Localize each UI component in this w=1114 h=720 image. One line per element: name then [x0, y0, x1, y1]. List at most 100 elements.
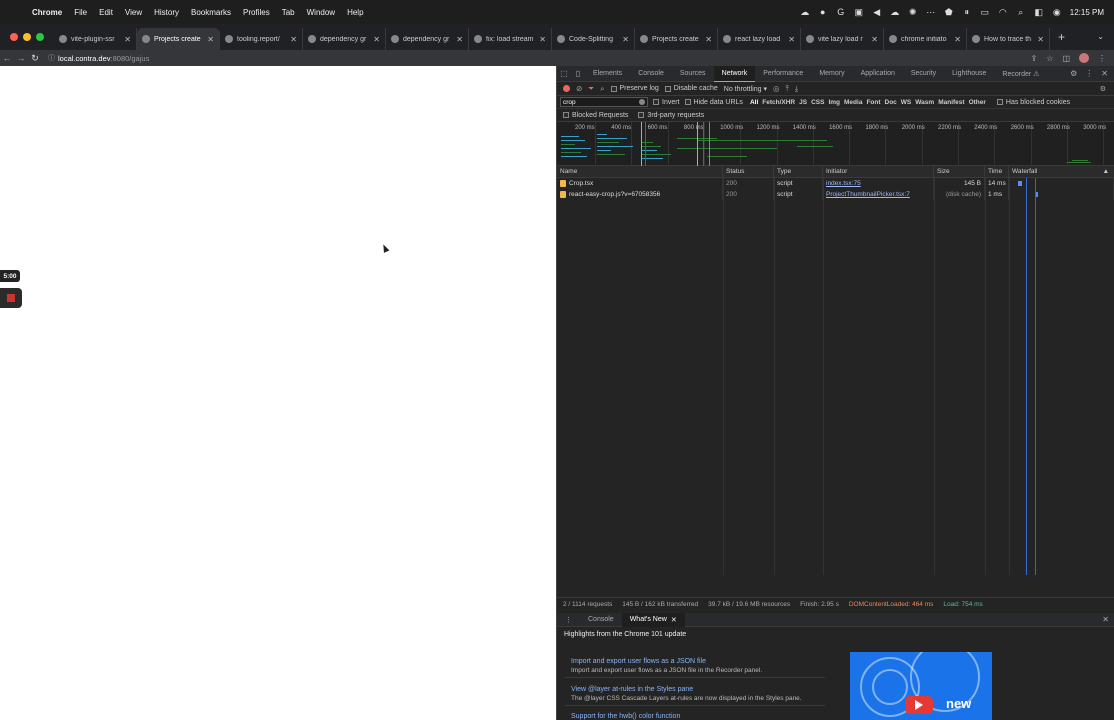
- close-tab-icon[interactable]: ✕: [705, 35, 712, 44]
- whats-new-item[interactable]: Support for the hwb() color function: [565, 711, 825, 720]
- filter-type-wasm[interactable]: Wasm: [913, 99, 936, 106]
- disable-cache-checkbox[interactable]: Disable cache: [664, 85, 718, 92]
- close-tab-icon[interactable]: ✕: [871, 35, 878, 44]
- close-tab-icon[interactable]: ✕: [788, 35, 795, 44]
- filter-type-font[interactable]: Font: [864, 99, 882, 106]
- whats-new-item[interactable]: View @layer at-rules in the Styles pane …: [565, 684, 825, 706]
- record-network-button[interactable]: [563, 85, 570, 92]
- zoom-window-button[interactable]: [36, 33, 44, 41]
- wifi-icon[interactable]: ◠: [998, 7, 1008, 17]
- filter-input[interactable]: crop: [560, 97, 648, 107]
- clipboard-icon[interactable]: ▣: [854, 7, 864, 17]
- preserve-log-checkbox[interactable]: Preserve log: [610, 85, 659, 92]
- import-har-icon[interactable]: ⤒: [786, 84, 789, 94]
- devtools-tab-network[interactable]: Network: [713, 65, 756, 82]
- browser-tab[interactable]: tooling.report/ ✕: [220, 28, 303, 50]
- browser-tab[interactable]: vite lazy load r ✕: [801, 28, 884, 50]
- close-tab-icon[interactable]: ✕: [671, 616, 677, 624]
- device-toolbar-icon[interactable]: ▯: [571, 69, 585, 78]
- web-page-viewport[interactable]: 5:00: [0, 66, 556, 720]
- battery-icon[interactable]: ▭: [980, 7, 990, 17]
- devtools-tab-memory[interactable]: Memory: [811, 66, 852, 82]
- menu-file[interactable]: File: [74, 8, 87, 17]
- reload-icon[interactable]: ↻: [28, 53, 42, 64]
- has-blocked-cookies-checkbox[interactable]: Has blocked cookies: [996, 99, 1070, 106]
- side-panel-icon[interactable]: ◫: [1062, 54, 1070, 63]
- search-icon[interactable]: ⌕: [600, 84, 604, 94]
- whats-new-item-title[interactable]: Import and export user flows as a JSON f…: [571, 658, 819, 665]
- search-icon[interactable]: ⌕: [1016, 7, 1026, 17]
- address-bar[interactable]: ⓘ local.contra.dev :8080/gajus: [48, 51, 1028, 65]
- control-center-icon[interactable]: ◧: [1034, 7, 1044, 17]
- whats-new-item[interactable]: Import and export user flows as a JSON f…: [565, 656, 825, 678]
- record-icon[interactable]: ●: [818, 7, 828, 17]
- browser-tab[interactable]: vite-plugin-ssr ✕: [54, 28, 137, 50]
- devtools-tab-recorder[interactable]: Recorder ⚠: [994, 66, 1047, 82]
- drawer-tab-console[interactable]: Console: [580, 613, 622, 627]
- filter-type-js[interactable]: JS: [797, 99, 809, 106]
- menu-history[interactable]: History: [154, 8, 179, 17]
- initiator-link[interactable]: ProjectThumbnailPicker.tsx:7: [826, 191, 910, 198]
- blocked-requests-checkbox[interactable]: Blocked Requests: [563, 112, 628, 119]
- filter-type-other[interactable]: Other: [967, 99, 988, 106]
- devtools-tab-console[interactable]: Console: [630, 66, 672, 82]
- stop-recording-button[interactable]: [0, 288, 22, 308]
- pause-icon[interactable]: ⏸: [962, 7, 972, 17]
- column-size[interactable]: Size: [934, 166, 985, 177]
- browser-tab[interactable]: fix: load stream ✕: [469, 28, 552, 50]
- hide-data-urls-checkbox[interactable]: Hide data URLs: [684, 99, 743, 106]
- shield-icon[interactable]: ⬟: [944, 7, 954, 17]
- grammarly-icon[interactable]: G: [836, 7, 846, 17]
- close-tab-icon[interactable]: ✕: [373, 35, 380, 44]
- minimize-window-button[interactable]: [23, 33, 31, 41]
- settings-gear-icon[interactable]: ⚙: [1070, 69, 1077, 78]
- inspect-element-icon[interactable]: ⬚: [557, 69, 571, 78]
- volume-icon[interactable]: ◀: [872, 7, 882, 17]
- whats-new-item-title[interactable]: Support for the hwb() color function: [571, 713, 819, 720]
- close-drawer-icon[interactable]: ✕: [1102, 615, 1109, 624]
- filter-type-ws[interactable]: WS: [899, 99, 913, 106]
- whats-new-item-title[interactable]: View @layer at-rules in the Styles pane: [571, 686, 819, 693]
- browser-tab[interactable]: Projects create ✕: [635, 28, 718, 50]
- browser-tab[interactable]: Code-Splitting ✕: [552, 28, 635, 50]
- devtools-tab-security[interactable]: Security: [903, 66, 944, 82]
- close-tab-icon[interactable]: ✕: [539, 35, 546, 44]
- siri-icon[interactable]: ◉: [1052, 7, 1062, 17]
- filter-icon[interactable]: ⏷: [588, 84, 594, 94]
- column-status[interactable]: Status: [723, 166, 774, 177]
- filter-type-media[interactable]: Media: [842, 99, 864, 106]
- table-row[interactable]: Crop.tsx 200 script index.tsx:75 145 B 1…: [557, 178, 1114, 189]
- menu-profiles[interactable]: Profiles: [243, 8, 270, 17]
- browser-tab[interactable]: react lazy load ✕: [718, 28, 801, 50]
- menu-chrome[interactable]: Chrome: [32, 8, 62, 17]
- browser-tab[interactable]: Projects create ✕: [137, 28, 220, 50]
- close-tab-icon[interactable]: ✕: [290, 35, 297, 44]
- initiator-link[interactable]: index.tsx:75: [826, 180, 861, 187]
- column-type[interactable]: Type: [774, 166, 823, 177]
- filter-type-css[interactable]: CSS: [809, 99, 826, 106]
- close-tab-icon[interactable]: ✕: [124, 35, 131, 44]
- third-party-checkbox[interactable]: 3rd-party requests: [638, 112, 704, 119]
- share-icon[interactable]: ⇪: [1031, 54, 1038, 63]
- drawer-menu-icon[interactable]: ⋮: [557, 613, 580, 627]
- table-row[interactable]: react-easy-crop.js?v=67058356 200 script…: [557, 189, 1114, 200]
- browser-tab[interactable]: dependency gr ✕: [303, 28, 386, 50]
- invert-checkbox[interactable]: Invert: [653, 99, 680, 106]
- filter-type-manifest[interactable]: Manifest: [936, 99, 966, 106]
- weather-icon[interactable]: ☁: [890, 7, 900, 17]
- close-tab-icon[interactable]: ✕: [456, 35, 463, 44]
- column-name[interactable]: Name: [557, 166, 723, 177]
- menu-edit[interactable]: Edit: [99, 8, 113, 17]
- clear-filter-icon[interactable]: [639, 99, 645, 105]
- close-tab-icon[interactable]: ✕: [207, 35, 214, 44]
- devtools-tab-lighthouse[interactable]: Lighthouse: [944, 66, 994, 82]
- menu-bookmarks[interactable]: Bookmarks: [191, 8, 231, 17]
- filter-type-fetch-xhr[interactable]: Fetch/XHR: [760, 99, 797, 106]
- network-overview-timeline[interactable]: 200 ms 400 ms 600 ms 800 ms 1000 ms 1200 ms 14…: [557, 122, 1114, 166]
- export-har-icon[interactable]: ⤓: [795, 84, 798, 94]
- drawer-tab-whats-new[interactable]: What's New ✕: [621, 612, 685, 627]
- cloud-icon[interactable]: ☁: [800, 7, 810, 17]
- tab-search-icon[interactable]: ⌄: [1097, 32, 1104, 41]
- column-time[interactable]: Time: [985, 166, 1009, 177]
- menubar-clock[interactable]: 12:15 PM: [1070, 8, 1104, 17]
